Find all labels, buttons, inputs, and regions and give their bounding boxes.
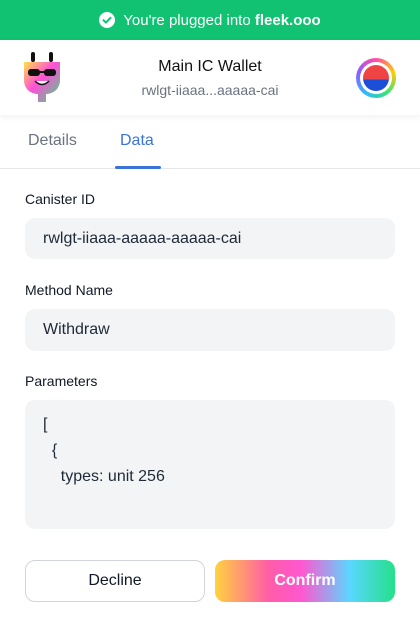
banner-text: You're plugged into fleek.ooo [123, 11, 321, 29]
confirm-button[interactable]: Confirm [215, 560, 395, 602]
active-tab-indicator [115, 166, 161, 169]
banner-site: fleek.ooo [254, 11, 321, 29]
canister-id-value: rwlgt-iiaaa-aaaaa-aaaaa-cai [25, 218, 395, 259]
account-avatar[interactable] [356, 58, 396, 98]
tab-bar: Details Data [0, 115, 420, 169]
avatar-inner [360, 62, 392, 94]
wallet-header: Main IC Wallet rwlgt-iiaaa...aaaaa-cai [0, 40, 420, 115]
parameters-line: types: unit 256 [43, 468, 165, 485]
canister-id-label: Canister ID [25, 191, 96, 207]
decline-button[interactable]: Decline [25, 560, 205, 602]
connection-banner: You're plugged into fleek.ooo [0, 0, 420, 40]
avatar-emoji [363, 65, 389, 91]
tab-data[interactable]: Data [120, 132, 154, 150]
parameters-line: { [43, 442, 58, 459]
parameters-line: [ [43, 416, 48, 433]
method-name-label: Method Name [25, 282, 113, 298]
tab-details[interactable]: Details [28, 132, 77, 150]
method-name-value: Withdraw [25, 309, 395, 351]
parameters-label: Parameters [25, 373, 98, 389]
check-circle-icon [99, 12, 116, 28]
parameters-box[interactable]: [ { types: unit 256 [25, 400, 395, 529]
